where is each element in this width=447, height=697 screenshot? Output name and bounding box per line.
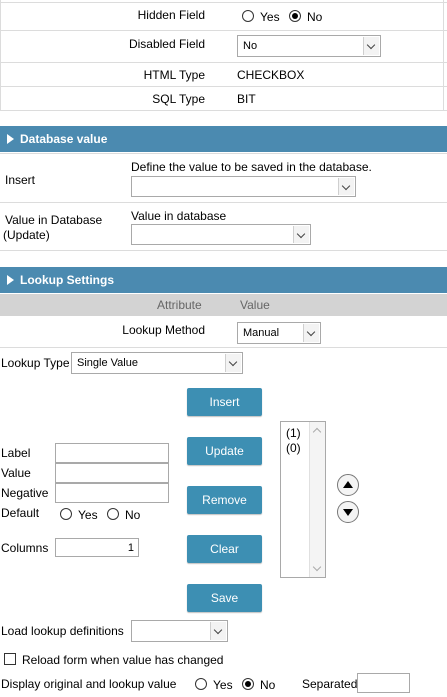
display-yes-radio[interactable] — [195, 678, 207, 690]
divider — [0, 250, 447, 251]
divider — [0, 347, 447, 348]
list-item[interactable]: (1) — [286, 426, 301, 440]
insert-hint: Define the value to be saved in the data… — [131, 160, 372, 174]
save-button[interactable]: Save — [187, 584, 262, 612]
database-value-header[interactable]: Database value — [0, 126, 447, 152]
move-up-button[interactable] — [337, 474, 359, 496]
hidden-field-label: Hidden Field — [137, 8, 205, 22]
divider — [0, 62, 447, 63]
divider — [0, 0, 1, 110]
insert-button[interactable]: Insert — [187, 388, 262, 416]
columns-label: Columns — [1, 541, 49, 555]
display-yes-label: Yes — [213, 678, 233, 692]
hidden-no-radio[interactable] — [289, 10, 301, 22]
default-label: Default — [1, 506, 40, 520]
insert-value-select[interactable] — [131, 176, 356, 197]
divider — [0, 86, 447, 87]
update-label: Value in Database — [5, 213, 103, 227]
lookup-settings-header[interactable]: Lookup Settings — [0, 267, 447, 293]
separator-input[interactable] — [357, 673, 410, 693]
reload-form-label: Reload form when value has changed — [22, 653, 224, 667]
clear-button[interactable]: Clear — [187, 535, 262, 563]
display-no-radio[interactable] — [242, 678, 254, 690]
columns-value: 1 — [127, 542, 134, 554]
label-input[interactable] — [55, 443, 169, 463]
move-down-button[interactable] — [337, 501, 359, 523]
default-no-radio[interactable] — [107, 508, 119, 520]
divider — [0, 153, 447, 154]
chevron-down-icon — [210, 622, 226, 640]
default-yes-radio[interactable] — [60, 508, 72, 520]
load-definitions-label: Load lookup definitions — [1, 624, 124, 638]
sql-type-value: BIT — [237, 92, 256, 106]
lookup-type-select[interactable]: Single Value — [71, 352, 243, 374]
chevron-down-icon — [338, 178, 354, 195]
chevron-down-icon — [293, 226, 309, 243]
arrow-up-icon — [343, 481, 353, 488]
update-value-select[interactable] — [131, 224, 311, 245]
hidden-yes-radio[interactable] — [242, 10, 254, 22]
load-definitions-select[interactable] — [131, 620, 228, 642]
divider — [0, 30, 447, 31]
display-original-label: Display original and lookup value — [1, 677, 177, 691]
lookup-method-label: Lookup Method — [122, 323, 205, 337]
disabled-field-label: Disabled Field — [128, 37, 205, 51]
lookup-method-value: Manual — [243, 327, 280, 339]
negative-input[interactable] — [55, 483, 169, 503]
negative-field-label: Negative — [1, 486, 49, 500]
lookup-type-value: Single Value — [77, 357, 138, 369]
label-field-label: Label — [1, 446, 31, 460]
value-input[interactable] — [55, 463, 169, 483]
lookup-values-listbox[interactable]: (1) (0) — [280, 421, 326, 578]
chevron-down-icon — [363, 37, 379, 55]
value-field-label: Value — [1, 466, 31, 480]
html-type-value: CHECKBOX — [237, 68, 305, 82]
lookup-settings-title: Lookup Settings — [20, 273, 114, 287]
divider — [0, 2, 447, 3]
database-value-title: Database value — [20, 132, 108, 146]
attribute-table-header: Attribute Value — [0, 294, 447, 316]
arrow-down-icon — [343, 509, 353, 516]
value-column-header: Value — [240, 298, 270, 312]
divider — [0, 202, 447, 203]
update-button[interactable]: Update — [187, 437, 262, 465]
insert-label: Insert — [5, 173, 36, 187]
scroll-down-icon[interactable] — [312, 562, 322, 572]
display-no-label: No — [260, 678, 276, 692]
scroll-up-icon[interactable] — [312, 427, 322, 437]
chevron-down-icon — [303, 324, 319, 342]
update-hint: Value in database — [131, 209, 227, 223]
default-yes-label: Yes — [78, 508, 98, 522]
chevron-down-icon — [225, 354, 241, 372]
expand-triangle-icon — [7, 134, 14, 144]
hidden-yes-label: Yes — [260, 10, 280, 24]
hidden-no-label: No — [307, 10, 323, 24]
reload-form-checkbox[interactable] — [4, 653, 16, 665]
html-type-label: HTML Type — [143, 68, 205, 82]
lookup-method-select[interactable]: Manual — [237, 322, 321, 344]
disabled-field-select[interactable]: No — [237, 35, 381, 57]
attribute-column-header: Attribute — [157, 298, 202, 312]
sql-type-label: SQL Type — [152, 92, 205, 106]
remove-button[interactable]: Remove — [187, 486, 262, 514]
listbox-scrollbar[interactable] — [309, 422, 325, 577]
divider — [443, 0, 444, 110]
columns-input[interactable]: 1 — [55, 538, 139, 557]
divider — [0, 110, 447, 111]
lookup-type-label: Lookup Type — [1, 356, 70, 370]
disabled-field-value: No — [243, 40, 258, 52]
list-item[interactable]: (0) — [286, 441, 301, 455]
update-label-suffix: (Update) — [3, 228, 50, 242]
default-no-label: No — [125, 508, 141, 522]
expand-triangle-icon — [7, 275, 14, 285]
